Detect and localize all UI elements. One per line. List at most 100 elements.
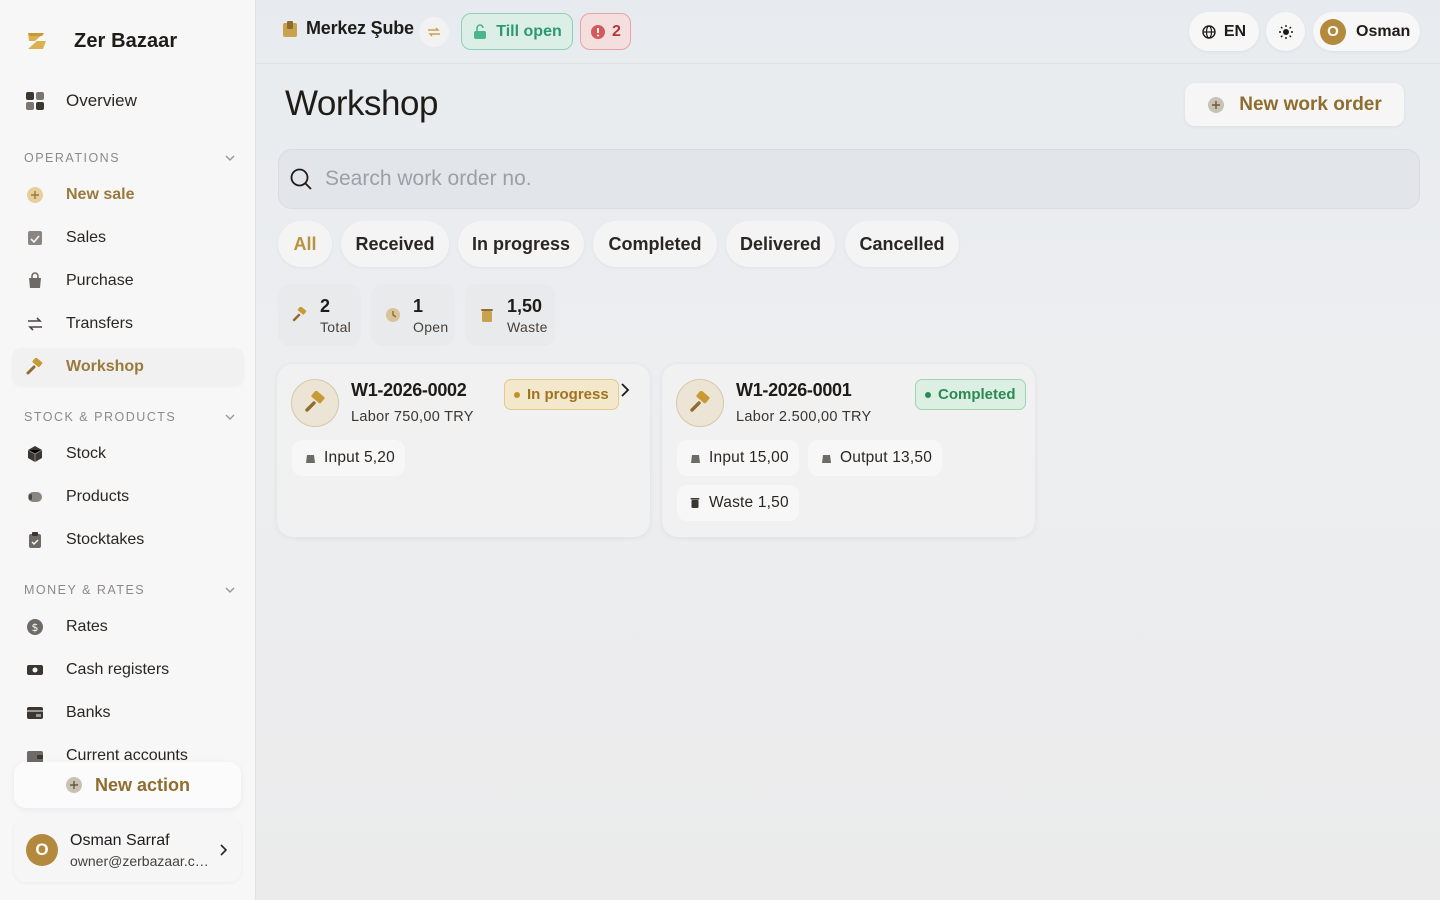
clock-icon — [383, 305, 403, 325]
tab-in-progress[interactable]: In progress — [458, 221, 584, 267]
chevron-right-icon — [220, 844, 228, 856]
waste-chip: Waste 1,50 — [677, 485, 799, 521]
status-label: In progress — [527, 386, 609, 403]
stat-label: Waste — [507, 319, 548, 335]
stat-label: Total — [320, 319, 352, 335]
switch-branch-button[interactable] — [419, 17, 449, 47]
work-order-card[interactable]: W1-2026-0002 Labor 750,00 TRY In progres… — [277, 364, 650, 537]
section-title: STOCK & PRODUCTS — [24, 410, 177, 424]
sidebar-item-label: Transfers — [66, 315, 133, 332]
search-icon — [290, 168, 312, 190]
arrows-swap-icon — [428, 27, 440, 37]
sidebar-item-label: Products — [66, 488, 130, 505]
store-icon — [283, 20, 297, 37]
new-action-label: New action — [94, 774, 191, 795]
section-money-rates[interactable]: MONEY & RATES — [24, 583, 236, 597]
section-stock-products[interactable]: STOCK & PRODUCTS — [24, 410, 236, 424]
tab-received[interactable]: Received — [341, 221, 449, 267]
sidebar-item-label: Purchase — [66, 272, 134, 289]
alerts-button[interactable]: 2 — [580, 13, 631, 50]
tab-completed[interactable]: Completed — [593, 221, 717, 267]
till-status-button[interactable]: Till open — [461, 13, 573, 50]
till-status-label: Till open — [496, 22, 562, 40]
new-work-order-button[interactable]: New work order — [1185, 83, 1404, 126]
work-order-card[interactable]: W1-2026-0001 Labor 2.500,00 TRY Complete… — [662, 364, 1035, 537]
stat-value: 2 — [320, 296, 331, 316]
ingot-icon — [689, 452, 701, 464]
sun-icon — [1278, 24, 1293, 39]
ingot-icon — [820, 452, 832, 464]
sidebar-item-label: Overview — [66, 91, 137, 110]
brand-name: Zer Bazaar — [74, 29, 178, 52]
input-chip: Input 5,20 — [292, 440, 405, 476]
user-name: Osman Sarraf — [70, 831, 170, 849]
plus-circle-icon — [1208, 96, 1225, 113]
sidebar-item-new-sale[interactable]: New sale — [12, 176, 244, 214]
brand[interactable]: Zer Bazaar — [24, 28, 177, 54]
sidebar-item-sales[interactable]: Sales — [12, 219, 244, 257]
sidebar-item-rates[interactable]: $ Rates — [12, 608, 244, 646]
sidebar-item-overview[interactable]: Overview — [12, 82, 244, 120]
hammer-icon — [676, 379, 724, 427]
sidebar-item-banks[interactable]: Banks — [12, 694, 244, 732]
search-input[interactable] — [325, 167, 1325, 191]
banknote-icon — [24, 659, 46, 681]
section-title: MONEY & RATES — [24, 583, 146, 597]
section-operations[interactable]: OPERATIONS — [24, 151, 236, 165]
sidebar-item-label: Workshop — [66, 358, 144, 375]
receipt-icon — [24, 227, 46, 249]
chevron-right-icon[interactable] — [620, 382, 630, 398]
sidebar-item-workshop[interactable]: Workshop — [12, 348, 244, 386]
zer-logo-icon — [24, 28, 50, 54]
ingot-icon — [304, 452, 316, 464]
work-order-number: W1-2026-0001 — [736, 380, 852, 400]
sidebar-item-cash-registers[interactable]: Cash registers — [12, 651, 244, 689]
globe-icon — [1202, 24, 1216, 39]
plus-circle-icon — [65, 777, 82, 793]
chip-label: Input 5,20 — [324, 449, 395, 466]
output-chip: Output 13,50 — [808, 440, 943, 476]
work-order-labor: Labor 2.500,00 TRY — [736, 409, 872, 425]
user-menu-name: Osman — [1356, 22, 1411, 40]
chevron-down-icon — [225, 155, 235, 161]
tab-all[interactable]: All — [278, 221, 332, 267]
bank-card-icon — [24, 702, 46, 724]
branch-selector[interactable]: Merkez Şube — [282, 18, 414, 39]
user-profile-card[interactable]: O Osman Sarraf owner@zerbazaar.com — [14, 818, 241, 882]
sidebar-item-label: Stock — [66, 445, 107, 462]
stat-value: 1,50 — [507, 296, 543, 316]
tab-cancelled[interactable]: Cancelled — [845, 221, 959, 267]
status-label: Completed — [938, 386, 1016, 403]
theme-toggle-button[interactable] — [1266, 12, 1305, 51]
shopping-bag-icon — [24, 270, 46, 292]
status-badge: Completed — [915, 379, 1026, 410]
chip-label: Waste 1,50 — [709, 494, 789, 511]
stat-total: 2 Total — [278, 284, 361, 346]
sidebar-item-label: Rates — [66, 618, 108, 635]
sidebar-item-stocktakes[interactable]: Stocktakes — [12, 521, 244, 559]
sidebar-item-purchase[interactable]: Purchase — [12, 262, 244, 300]
chip-label: Output 13,50 — [840, 449, 933, 466]
tab-delivered[interactable]: Delivered — [726, 221, 835, 267]
stat-open: 1 Open — [371, 284, 455, 346]
chevron-down-icon — [225, 587, 235, 593]
sidebar-item-label: Stocktakes — [66, 531, 145, 548]
tag-icon — [24, 486, 46, 508]
sidebar-item-products[interactable]: Products — [12, 478, 244, 516]
sidebar-item-label: Sales — [66, 229, 107, 246]
avatar: O — [26, 834, 58, 866]
sidebar-item-stock[interactable]: Stock — [12, 435, 244, 473]
sidebar-item-transfers[interactable]: Transfers — [12, 305, 244, 343]
work-order-number: W1-2026-0002 — [351, 380, 467, 400]
search-box — [278, 149, 1420, 209]
sidebar: Zer Bazaar Overview OPERATIONS New sale … — [0, 0, 256, 900]
language-button[interactable]: EN — [1189, 12, 1259, 51]
language-label: EN — [1223, 22, 1247, 40]
user-menu-button[interactable]: O Osman — [1313, 12, 1420, 51]
dollar-circle-icon: $ — [24, 616, 46, 638]
new-action-button[interactable]: New action — [14, 762, 241, 808]
clipboard-icon — [24, 529, 46, 551]
page-title: Workshop — [285, 84, 438, 123]
arrows-swap-icon — [24, 313, 46, 335]
alert-icon — [591, 24, 606, 39]
